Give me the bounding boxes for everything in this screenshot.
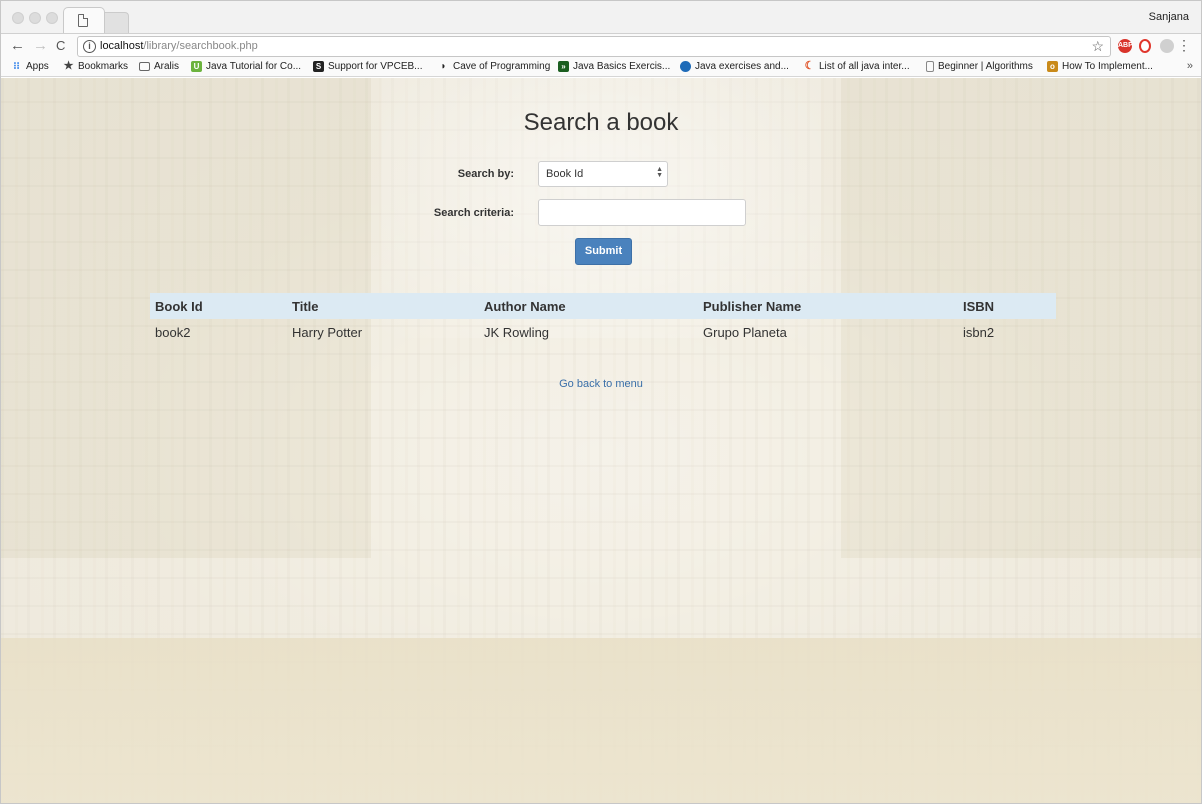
search-by-selected-value: Book Id [546,168,584,180]
reload-icon[interactable]: C [56,37,65,55]
browser-toolbar: ← → C i localhost/library/searchbook.php… [1,33,1201,59]
bookmark-java-basics[interactable]: » Java Basics Exercis... [558,61,670,72]
back-to-menu-link[interactable]: Go back to menu [1,378,1201,390]
cell-title: Harry Potter [292,324,363,340]
title-bar: Sanjana [1,1,1201,33]
folder-icon [139,62,150,71]
globe-icon [680,61,691,72]
bookmark-apps[interactable]: ⁝⁝ Apps [11,61,49,72]
bookmark-bookmarks[interactable]: ★ Bookmarks [63,60,129,73]
bookmark-how-to-implement[interactable]: o How To Implement... [1047,61,1153,72]
bookmark-cave-of-programming[interactable]: ◗ Cave of Programming [438,61,550,72]
search-criteria-input[interactable] [538,199,746,226]
close-window-button[interactable] [12,12,24,24]
cell-publisher-name: Grupo Planeta [703,324,787,340]
minimize-window-button[interactable] [29,12,41,24]
bookmark-beginner-algorithms[interactable]: Beginner | Algorithms [926,61,1033,72]
column-header-author-name: Author Name [479,293,698,319]
bookmark-label: Aralis [154,61,180,72]
moon-icon: ☾ [804,60,815,72]
opera-icon[interactable] [1139,39,1151,53]
bookmark-label: Java Tutorial for Co... [206,61,302,72]
bookmark-label: Java Basics Exercis... [573,61,671,72]
select-arrows-icon: ▲ ▼ [656,166,663,179]
page-content: Search a book Search by: Book Id ▲ ▼ Sear… [1,78,1201,803]
s-icon: S [313,61,324,72]
forward-arrow-icon[interactable]: → [33,37,48,55]
adblock-icon[interactable]: ABP [1118,39,1133,53]
search-by-select[interactable]: Book Id ▲ ▼ [538,161,668,187]
bookmark-label: Cave of Programming [453,61,551,72]
cave-icon: ◗ [440,61,447,72]
extension-icon[interactable] [1160,39,1174,53]
bookmark-support-vpceb[interactable]: S Support for VPCEB... [313,61,423,72]
page-icon [78,14,88,27]
menu-dots-icon[interactable]: ⋮ [1177,37,1191,53]
udemy-icon: U [191,61,202,72]
bookmark-label: Support for VPCEB... [328,61,423,72]
address-bar[interactable]: i localhost/library/searchbook.php ☆ [77,36,1111,57]
page-title: Search a book [523,109,679,136]
star-icon: ★ [63,60,74,72]
column-header-publisher-name: Publisher Name [698,293,958,319]
search-criteria-label: Search criteria: [433,207,514,219]
table-row: book2 Harry Potter JK Rowling Grupo Plan… [150,319,1056,345]
apps-grid-icon: ⁝⁝ [13,61,20,72]
bookmark-java-exercises[interactable]: Java exercises and... [680,61,789,72]
terminal-icon: » [558,61,569,72]
zoom-window-button[interactable] [46,12,58,24]
submit-button[interactable]: Submit [575,238,632,265]
column-header-isbn: ISBN [958,293,1056,319]
column-header-title: Title [287,293,479,319]
info-icon[interactable]: i [83,40,96,53]
browser-window: Sanjana ← → C i localhost/library/search… [0,0,1202,804]
url-text[interactable]: localhost/library/searchbook.php [100,40,258,52]
tab-searchbook[interactable] [63,7,105,33]
column-header-book-id: Book Id [150,293,287,319]
profile-name[interactable]: Sanjana [1149,11,1189,23]
new-tab-button[interactable] [101,12,129,33]
bookmark-java-interview[interactable]: ☾ List of all java inter... [804,60,910,73]
cell-author-name: JK Rowling [484,324,550,340]
url-path: /library/searchbook.php [143,40,258,52]
bookmarks-overflow-icon[interactable]: » [1187,60,1193,72]
search-by-label: Search by: [457,168,514,180]
cell-book-id: book2 [155,324,191,340]
box-icon: o [1047,61,1058,72]
bookmark-label: List of all java inter... [819,61,910,72]
bookmarks-bar: ⁝⁝ Apps ★ Bookmarks Aralis U Java Tutorial … [1,59,1201,77]
bookmark-label: Java exercises and... [695,61,789,72]
bookmark-label: Apps [26,61,49,72]
bookmark-aralis[interactable]: Aralis [139,61,179,72]
bookmark-java-tutorial[interactable]: U Java Tutorial for Co... [191,61,301,72]
results-table: Book Id Title Author Name Publisher Name… [150,293,1056,345]
bookmark-label: How To Implement... [1062,61,1153,72]
back-arrow-icon[interactable]: ← [10,37,25,55]
page-icon [926,61,934,72]
page-viewport: Search a book Search by: Book Id ▲ ▼ Sear… [1,78,1201,803]
table-header-row: Book Id Title Author Name Publisher Name… [150,293,1056,319]
bookmark-star-icon[interactable]: ☆ [1091,38,1104,55]
url-host: localhost [100,40,144,52]
cell-isbn: isbn2 [963,324,995,340]
bookmark-label: Beginner | Algorithms [938,61,1033,72]
bookmark-label: Bookmarks [78,61,129,72]
